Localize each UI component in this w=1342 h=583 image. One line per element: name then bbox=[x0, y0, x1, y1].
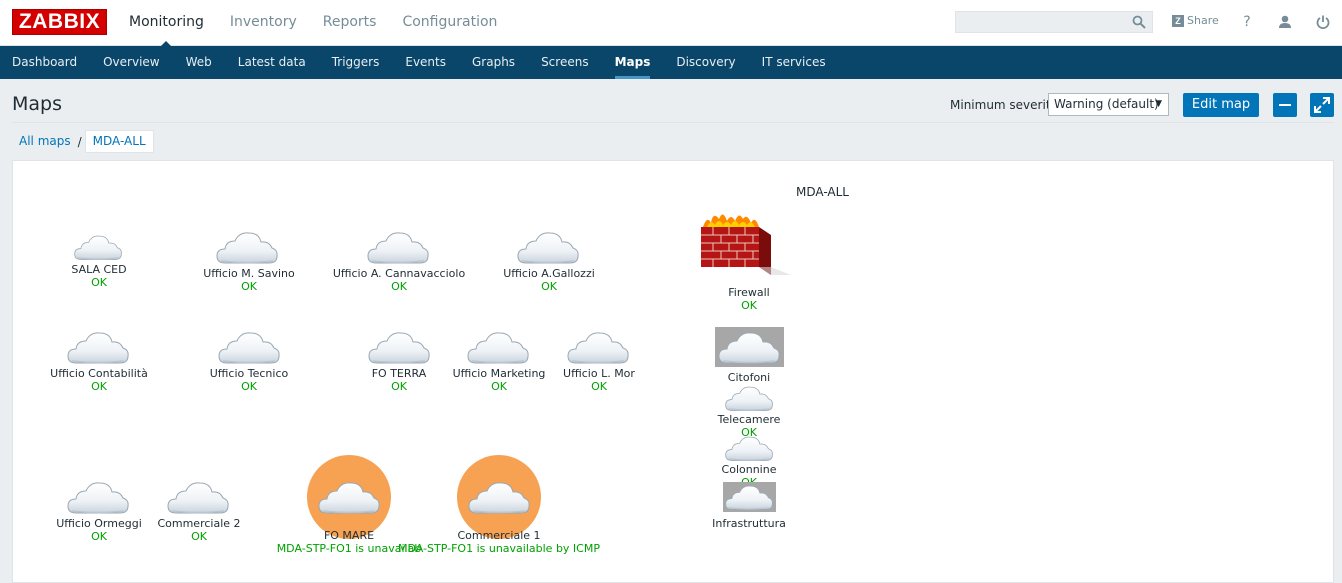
sub-nav: Dashboard Overview Web Latest data Trigg… bbox=[0, 46, 1342, 79]
cloud-icon[interactable] bbox=[317, 479, 381, 515]
node-label: Ufficio Marketing bbox=[452, 367, 546, 380]
node-label: Ufficio Ormeggi bbox=[56, 517, 142, 530]
node-status: OK bbox=[591, 380, 607, 393]
node-label: Citofoni bbox=[727, 371, 771, 384]
cloud-icon[interactable] bbox=[724, 483, 774, 511]
map-title: MDA-ALL bbox=[796, 185, 849, 199]
subnav-latest-data[interactable]: Latest data bbox=[225, 46, 319, 79]
subnav-maps[interactable]: Maps bbox=[602, 46, 664, 79]
top-header: ZABBIX Monitoring Inventory Reports Conf… bbox=[0, 0, 1342, 48]
share-button[interactable]: Z Share bbox=[1172, 14, 1219, 27]
node-status: OK bbox=[541, 280, 557, 293]
node-label: Telecamere bbox=[717, 413, 781, 426]
breadcrumb-all-maps[interactable]: All maps bbox=[12, 131, 78, 152]
node-label: Colonnine bbox=[721, 463, 777, 476]
subnav-discovery[interactable]: Discovery bbox=[663, 46, 748, 79]
node-status: OK bbox=[241, 380, 257, 393]
cloud-icon[interactable] bbox=[516, 229, 580, 265]
nav-monitoring[interactable]: Monitoring bbox=[116, 0, 217, 48]
cloud-icon[interactable] bbox=[217, 329, 281, 365]
power-icon[interactable] bbox=[1314, 13, 1332, 31]
node-label: Commerciale 2 bbox=[157, 517, 241, 530]
nav-inventory[interactable]: Inventory bbox=[217, 0, 310, 46]
subnav-web[interactable]: Web bbox=[173, 46, 225, 79]
node-status: OK bbox=[191, 530, 207, 543]
node-status: OK bbox=[391, 380, 407, 393]
node-label: SALA CED bbox=[71, 263, 127, 276]
subnav-events[interactable]: Events bbox=[392, 46, 459, 79]
node-label: Infrastruttura bbox=[712, 517, 786, 530]
cloud-icon[interactable] bbox=[566, 329, 630, 365]
search-input[interactable] bbox=[956, 12, 1126, 32]
header-divider bbox=[12, 122, 1334, 123]
chevron-down-icon: ▼ bbox=[1155, 99, 1162, 109]
edit-map-button[interactable]: Edit map bbox=[1183, 93, 1259, 117]
share-label: Share bbox=[1187, 14, 1219, 27]
cloud-icon[interactable] bbox=[66, 479, 130, 515]
search-icon[interactable] bbox=[1132, 15, 1146, 29]
user-icon[interactable] bbox=[1276, 13, 1294, 31]
node-status: OK bbox=[91, 276, 107, 289]
node-status: OK bbox=[391, 280, 407, 293]
node-label: Firewall bbox=[728, 286, 770, 299]
node-status: OK bbox=[491, 380, 507, 393]
nav-configuration[interactable]: Configuration bbox=[389, 0, 510, 46]
minimize-icon[interactable] bbox=[1273, 93, 1297, 117]
node-status: OK bbox=[741, 299, 757, 312]
subnav-dashboard[interactable]: Dashboard bbox=[0, 46, 90, 79]
fullscreen-icon[interactable] bbox=[1310, 93, 1334, 117]
cloud-icon[interactable] bbox=[466, 329, 530, 365]
search-box bbox=[955, 11, 1153, 33]
node-label: Ufficio Tecnico bbox=[209, 367, 289, 380]
nav-reports[interactable]: Reports bbox=[310, 0, 390, 46]
subnav-triggers[interactable]: Triggers bbox=[319, 46, 393, 79]
node-label: Commerciale 1 bbox=[457, 529, 541, 542]
cloud-icon[interactable] bbox=[366, 229, 430, 265]
cloud-icon[interactable] bbox=[215, 229, 279, 265]
cloud-icon[interactable] bbox=[66, 329, 130, 365]
cloud-icon[interactable] bbox=[724, 384, 774, 412]
breadcrumb: All maps / MDA-ALL bbox=[12, 130, 154, 153]
subnav-graphs[interactable]: Graphs bbox=[459, 46, 528, 79]
node-problem: MDA-STP-FO1 is unavailable by ICMP bbox=[398, 542, 600, 555]
cloud-icon[interactable] bbox=[166, 479, 230, 515]
subnav-it-services[interactable]: IT services bbox=[749, 46, 839, 79]
help-icon[interactable]: ? bbox=[1238, 13, 1256, 31]
node-label: Ufficio M. Savino bbox=[203, 267, 295, 280]
breadcrumb-current-map[interactable]: MDA-ALL bbox=[84, 130, 154, 153]
node-status: OK bbox=[91, 380, 107, 393]
cloud-icon[interactable] bbox=[73, 233, 123, 261]
firewall-icon[interactable] bbox=[699, 209, 795, 279]
node-label: Ufficio Contabilità bbox=[50, 367, 148, 380]
node-label: FO MARE bbox=[323, 529, 375, 542]
node-status: OK bbox=[241, 280, 257, 293]
severity-value: Warning (default) bbox=[1054, 97, 1159, 111]
severity-label: Minimum severity bbox=[950, 98, 1058, 112]
cloud-icon[interactable] bbox=[467, 479, 531, 515]
node-label: Ufficio L. Mor bbox=[563, 367, 635, 380]
main-nav: Monitoring Inventory Reports Configurati… bbox=[116, 0, 510, 48]
page-title: Maps bbox=[12, 93, 62, 115]
severity-select[interactable]: Warning (default) ▼ bbox=[1048, 93, 1169, 116]
subnav-screens[interactable]: Screens bbox=[528, 46, 602, 79]
node-label: FO TERRA bbox=[371, 367, 427, 380]
node-status: OK bbox=[91, 530, 107, 543]
node-label: Ufficio A. Cannavacciolo bbox=[332, 267, 466, 280]
cloud-icon[interactable] bbox=[367, 329, 431, 365]
zabbix-logo[interactable]: ZABBIX bbox=[12, 9, 107, 35]
map-canvas: MDA-ALL SALA CED OK Ufficio M. Savino OK… bbox=[12, 160, 1334, 583]
share-icon: Z bbox=[1172, 14, 1184, 27]
subnav-overview[interactable]: Overview bbox=[90, 46, 173, 79]
cloud-icon[interactable] bbox=[717, 329, 781, 365]
node-label: Ufficio A.Gallozzi bbox=[503, 267, 595, 280]
breadcrumb-separator: / bbox=[77, 134, 82, 149]
cloud-icon[interactable] bbox=[724, 434, 774, 462]
